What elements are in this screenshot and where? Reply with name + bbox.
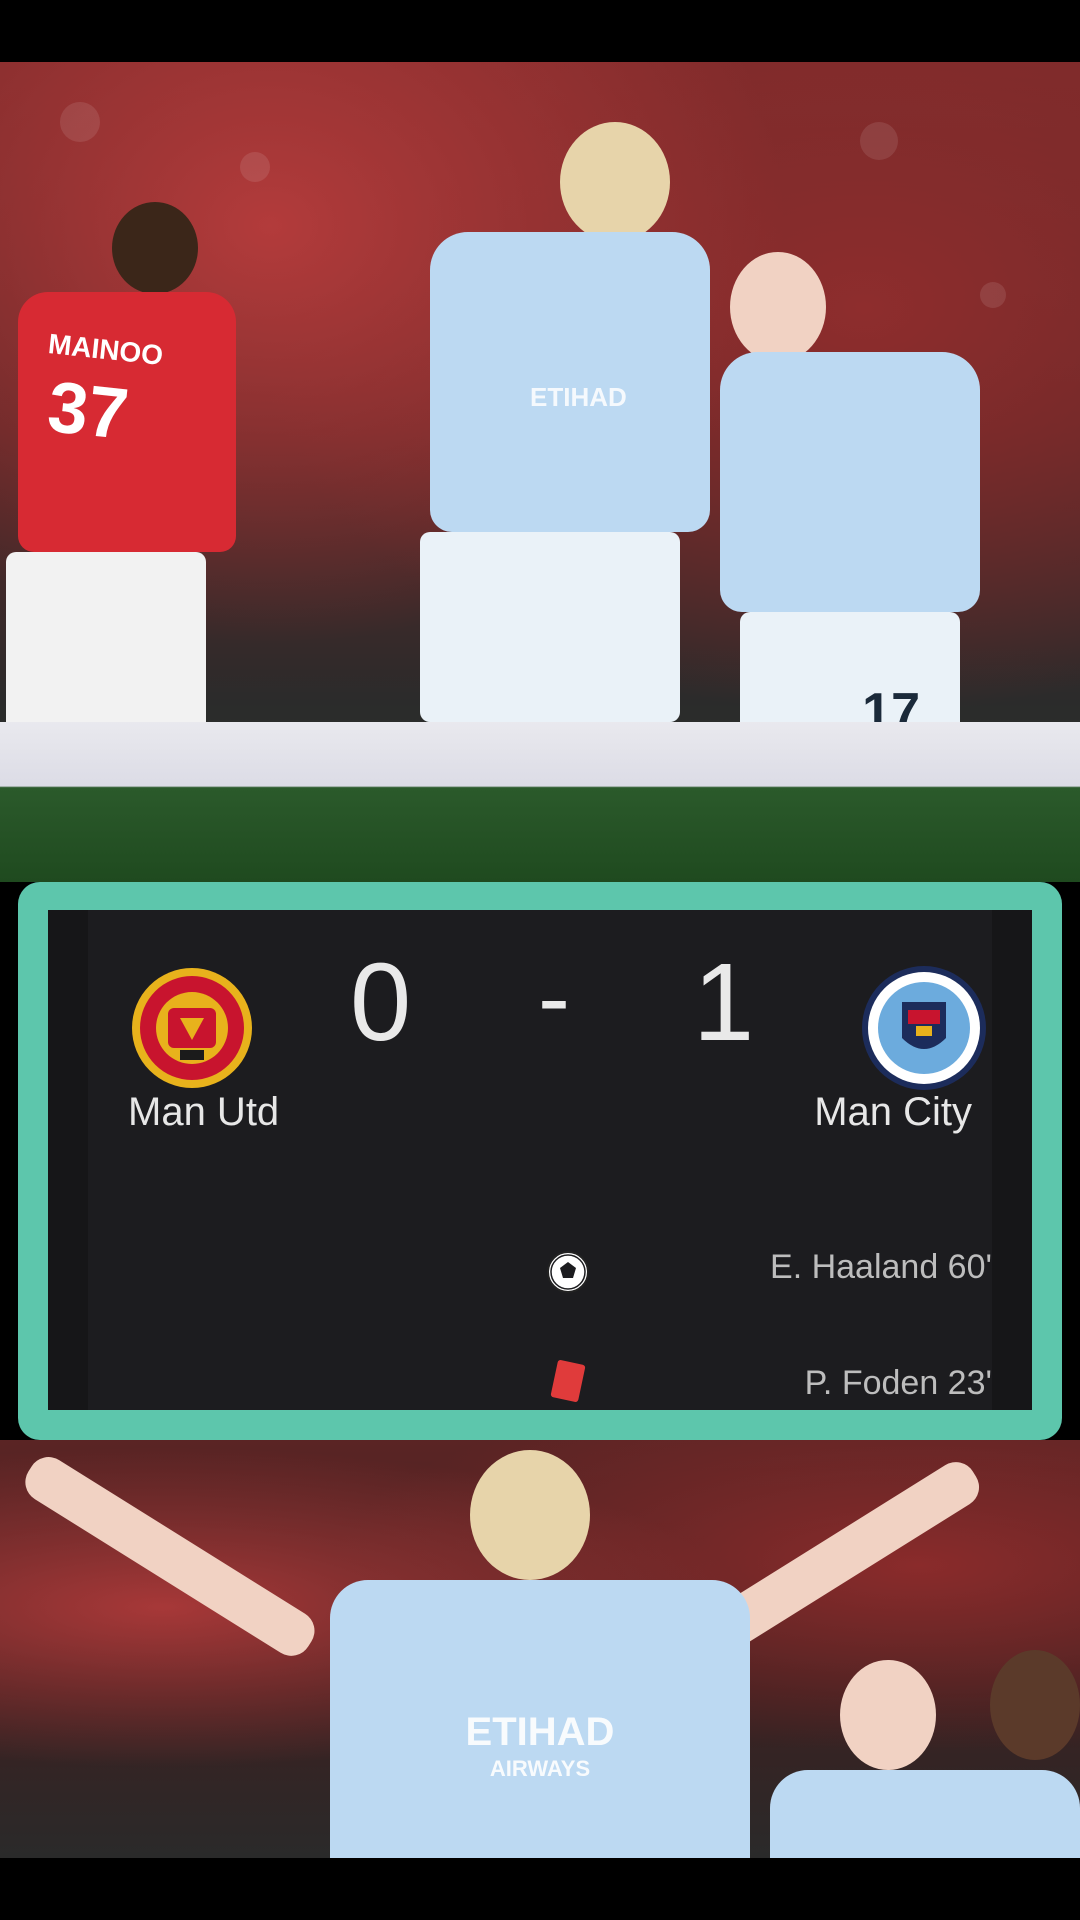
pitch-edge — [0, 722, 1080, 882]
teammate-shirt — [770, 1770, 1080, 1858]
scoreboard: 0 - 1 Man Utd Man City E. Haaland 60' P.… — [48, 910, 1032, 1410]
red-card-icon — [550, 1359, 586, 1403]
event-row-red-card: P. Foden 23' — [88, 1356, 992, 1416]
man-utd-crest-icon — [128, 964, 256, 1092]
goal-scorer-text: E. Haaland 60' — [770, 1248, 992, 1286]
bottom-photo: ETIHAD AIRWAYS — [0, 1440, 1080, 1858]
event-row-goal: E. Haaland 60' — [88, 1240, 992, 1300]
shirt-number: 37 — [44, 367, 133, 455]
scoreboard-frame: 0 - 1 Man Utd Man City E. Haaland 60' P.… — [18, 882, 1062, 1440]
crowd-detail — [860, 122, 898, 160]
player-mainoo: MAINOO 37 — [0, 132, 270, 772]
home-score: 0 — [350, 941, 412, 1064]
score-separator: - — [538, 944, 570, 1051]
sponsor-line-2: AIRWAYS — [489, 1756, 591, 1781]
player-head — [470, 1450, 590, 1580]
shirt-name: MAINOO — [46, 328, 165, 371]
away-team-name: Man City — [814, 1090, 972, 1134]
top-photo: MAINOO 37 ETIHAD 17 — [0, 62, 1080, 882]
scoreboard-right-edge — [992, 910, 1032, 1410]
teammate-head — [840, 1660, 936, 1770]
shirt-sponsor: ETIHAD — [530, 382, 627, 412]
sponsor-line-1: ETIHAD — [465, 1710, 615, 1754]
scoreboard-left-edge — [48, 910, 88, 1410]
left-arm — [17, 1449, 323, 1664]
soccer-ball-icon — [546, 1250, 590, 1299]
away-score: 1 — [693, 941, 755, 1064]
man-city-crest-icon — [860, 964, 988, 1092]
teammate-head-2 — [990, 1650, 1080, 1760]
home-team-name: Man Utd — [128, 1090, 280, 1134]
player-shirt: ETIHAD AIRWAYS — [330, 1580, 750, 1858]
player-fernandez: 17 — [660, 192, 1020, 812]
red-card-player-text: P. Foden 23' — [804, 1364, 992, 1402]
